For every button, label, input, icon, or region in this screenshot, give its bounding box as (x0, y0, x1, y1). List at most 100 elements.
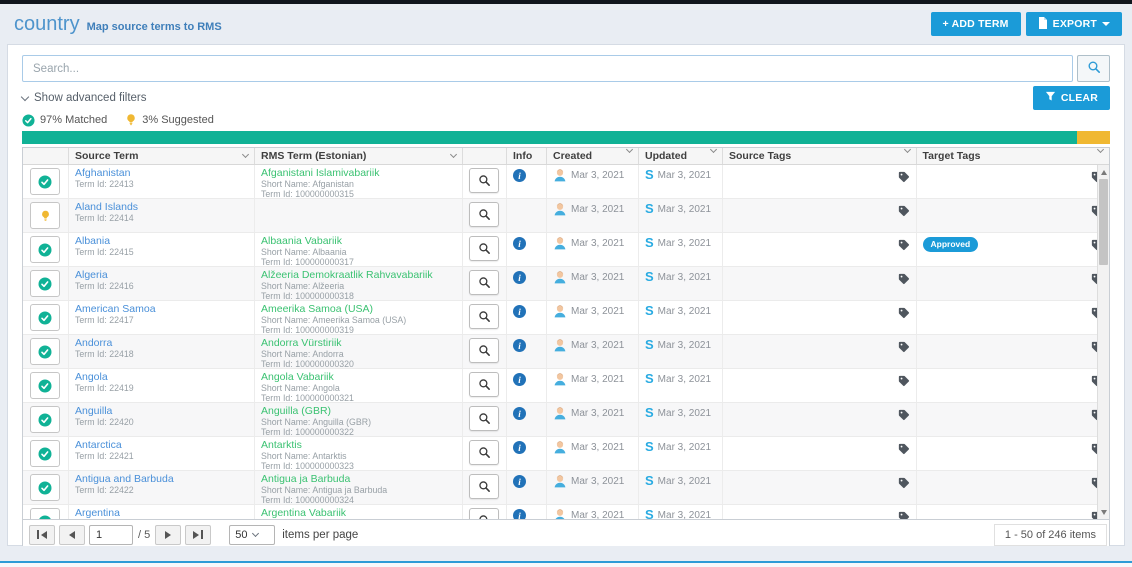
inspect-term-button[interactable] (469, 508, 499, 519)
page-size-select[interactable]: 50 (229, 525, 275, 545)
chevron-down-icon[interactable] (450, 151, 457, 158)
info-icon[interactable]: i (513, 305, 526, 318)
table-row[interactable]: Andorra Term Id: 22418 Andorra Vürstirii… (23, 335, 1109, 369)
source-term-link[interactable]: Antarctica (75, 440, 248, 451)
export-button[interactable]: EXPORT (1026, 12, 1122, 36)
match-status-button[interactable] (30, 270, 60, 297)
show-advanced-filters-toggle[interactable]: Show advanced filters (22, 92, 147, 104)
tag-icon[interactable] (897, 408, 910, 421)
tag-icon[interactable] (897, 306, 910, 319)
chevron-down-icon[interactable] (710, 146, 717, 153)
rms-term-name: Antarktis (261, 440, 456, 451)
match-status-button[interactable] (30, 474, 60, 501)
tag-icon[interactable] (897, 340, 910, 353)
source-term-link[interactable]: Andorra (75, 338, 248, 349)
match-status-button[interactable] (30, 236, 60, 263)
inspect-term-button[interactable] (469, 202, 499, 227)
source-term-link[interactable]: Afghanistan (75, 168, 248, 179)
match-status-button[interactable] (30, 372, 60, 399)
source-term-link[interactable]: American Samoa (75, 304, 248, 315)
tag-icon[interactable] (897, 238, 910, 251)
search-button[interactable] (1077, 55, 1110, 82)
column-header-source-tags[interactable]: Source Tags (723, 148, 917, 164)
inspect-term-button[interactable] (469, 168, 499, 193)
match-status-button[interactable] (30, 406, 60, 433)
info-icon[interactable]: i (513, 271, 526, 284)
scroll-down-arrow[interactable] (1098, 506, 1110, 518)
info-icon[interactable]: i (513, 237, 526, 250)
inspect-term-button[interactable] (469, 304, 499, 329)
add-term-button[interactable]: + ADD TERM (931, 12, 1021, 36)
matched-percentage: 97% Matched (40, 114, 107, 126)
source-term-link[interactable]: Anguilla (75, 406, 248, 417)
table-row[interactable]: Algeria Term Id: 22416 Alžeeria Demokraa… (23, 267, 1109, 301)
match-status-button[interactable] (30, 202, 60, 229)
table-row[interactable]: Angola Term Id: 22419 Angola Vabariik Sh… (23, 369, 1109, 403)
info-icon[interactable]: i (513, 373, 526, 386)
system-s-logo-icon: S (645, 236, 654, 250)
table-row[interactable]: Anguilla Term Id: 22420 Anguilla (GBR) S… (23, 403, 1109, 437)
table-row[interactable]: Argentina Argentina Vabariik i Mar 3, 20… (23, 505, 1109, 519)
vertical-scrollbar[interactable] (1097, 165, 1109, 519)
info-icon[interactable]: i (513, 475, 526, 488)
clear-filters-button[interactable]: CLEAR (1033, 86, 1110, 110)
tag-icon[interactable] (897, 170, 910, 183)
info-icon[interactable]: i (513, 441, 526, 454)
search-input[interactable] (22, 55, 1073, 82)
source-term-link[interactable]: Argentina (75, 508, 248, 519)
chevron-down-icon[interactable] (1097, 146, 1104, 153)
match-status-button[interactable] (30, 508, 60, 519)
source-term-link[interactable]: Aland Islands (75, 202, 248, 213)
previous-page-button[interactable] (59, 525, 85, 545)
scroll-up-arrow[interactable] (1098, 166, 1110, 178)
chevron-down-icon[interactable] (903, 146, 910, 153)
chevron-down-icon[interactable] (626, 146, 633, 153)
info-icon[interactable]: i (513, 339, 526, 352)
tag-icon[interactable] (897, 204, 910, 217)
match-status-button[interactable] (30, 168, 60, 195)
match-status-button[interactable] (30, 440, 60, 467)
tag-icon[interactable] (897, 374, 910, 387)
table-row[interactable]: Antarctica Term Id: 22421 Antarktis Shor… (23, 437, 1109, 471)
match-status-button[interactable] (30, 304, 60, 331)
matched-check-icon (22, 114, 35, 127)
status-cell (23, 267, 69, 300)
first-page-button[interactable] (29, 525, 55, 545)
source-term-link[interactable]: Antigua and Barbuda (75, 474, 248, 485)
column-header-rms-term[interactable]: RMS Term (Estonian) (255, 148, 463, 164)
page-number-input[interactable] (89, 525, 133, 545)
source-term-link[interactable]: Albania (75, 236, 248, 247)
next-page-button[interactable] (155, 525, 181, 545)
source-term-link[interactable]: Algeria (75, 270, 248, 281)
match-status-button[interactable] (30, 338, 60, 365)
table-row[interactable]: Albania Term Id: 22415 Albaania Vabariik… (23, 233, 1109, 267)
tag-icon[interactable] (897, 476, 910, 489)
inspect-term-button[interactable] (469, 338, 499, 363)
source-term-link[interactable]: Angola (75, 372, 248, 383)
table-row[interactable]: American Samoa Term Id: 22417 Ameerika S… (23, 301, 1109, 335)
tag-icon[interactable] (897, 442, 910, 455)
column-header-target-tags[interactable]: Target Tags (917, 148, 1110, 164)
inspect-term-button[interactable] (469, 474, 499, 499)
table-row[interactable]: Antigua and Barbuda Term Id: 22422 Antig… (23, 471, 1109, 505)
table-row[interactable]: Afghanistan Term Id: 22413 Afganistani I… (23, 165, 1109, 199)
tag-icon[interactable] (897, 510, 910, 519)
info-icon[interactable]: i (513, 169, 526, 182)
inspect-term-button[interactable] (469, 406, 499, 431)
column-header-created[interactable]: Created (547, 148, 639, 164)
table-row[interactable]: Aland Islands Term Id: 22414 i Mar 3, 20… (23, 199, 1109, 233)
info-icon[interactable]: i (513, 509, 526, 519)
rms-term-id: Term Id: 100000000322 (261, 427, 456, 436)
column-header-updated[interactable]: Updated (639, 148, 723, 164)
info-icon[interactable]: i (513, 407, 526, 420)
column-header-status[interactable] (23, 148, 69, 164)
inspect-term-button[interactable] (469, 372, 499, 397)
last-page-button[interactable] (185, 525, 211, 545)
inspect-term-button[interactable] (469, 270, 499, 295)
inspect-term-button[interactable] (469, 440, 499, 465)
inspect-term-button[interactable] (469, 236, 499, 261)
column-header-source-term[interactable]: Source Term (69, 148, 255, 164)
chevron-down-icon[interactable] (242, 151, 249, 158)
scrollbar-thumb[interactable] (1099, 179, 1108, 265)
tag-icon[interactable] (897, 272, 910, 285)
